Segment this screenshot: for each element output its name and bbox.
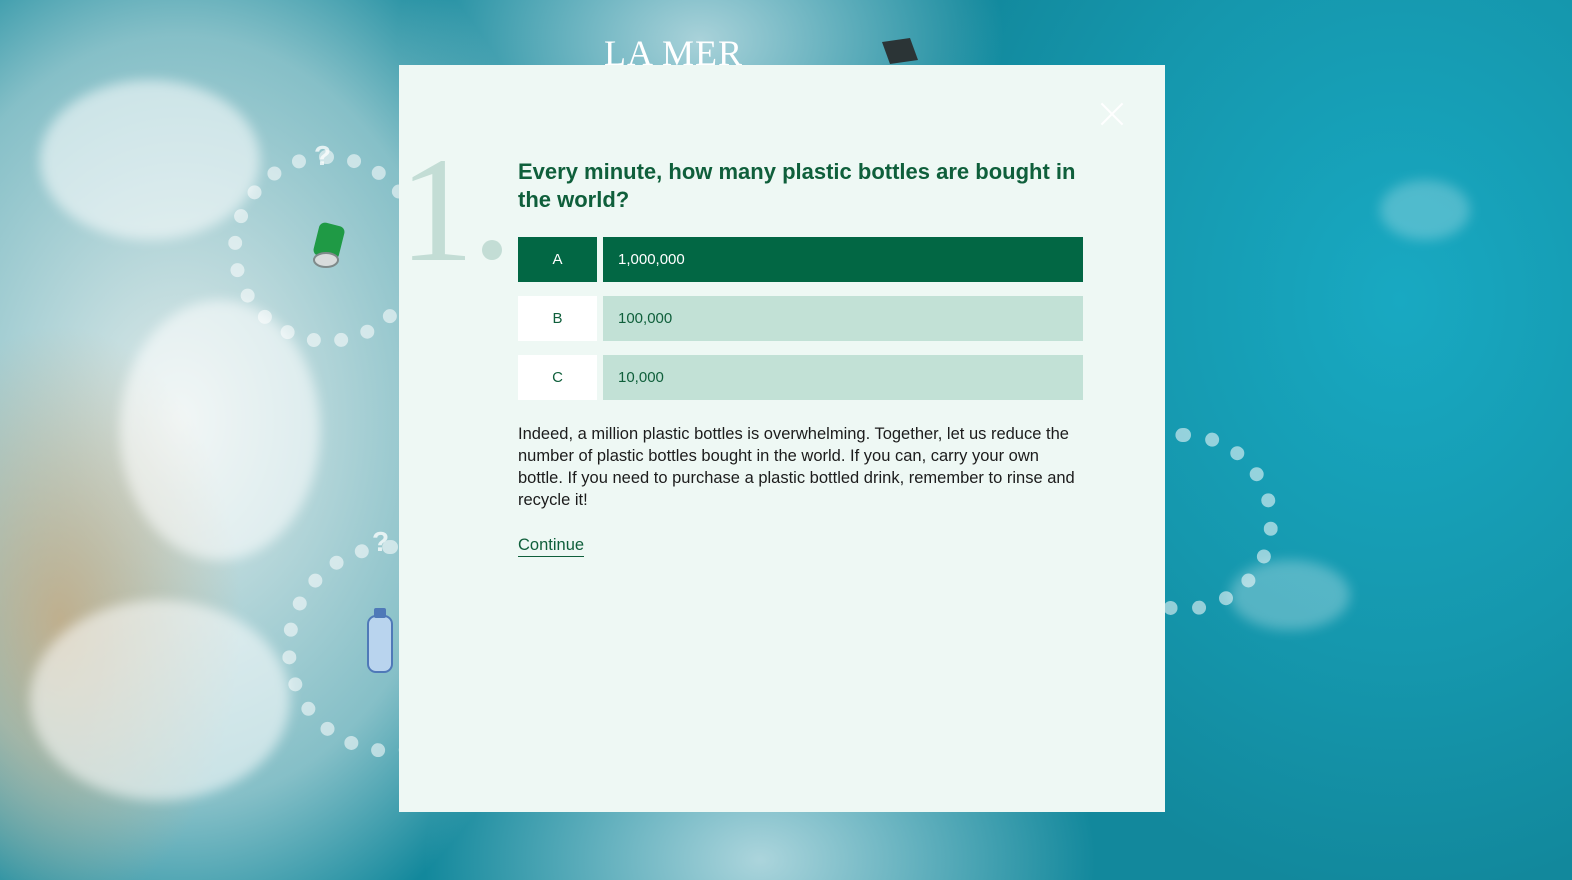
debris-litter-icon — [880, 36, 920, 66]
answer-value: 100,000 — [603, 296, 1083, 341]
bottle-litter-icon — [360, 606, 400, 676]
answer-letter: B — [518, 296, 597, 341]
close-icon[interactable] — [1099, 101, 1125, 127]
wave-foam — [1380, 180, 1470, 240]
question-text: Every minute, how many plastic bottles a… — [518, 159, 1076, 212]
answer-letter: C — [518, 355, 597, 400]
can-litter-icon — [310, 222, 350, 268]
answer-list: A 1,000,000 B 100,000 C 10,000 — [518, 237, 1083, 414]
answer-option-b[interactable]: B 100,000 — [518, 296, 1083, 341]
answer-option-c[interactable]: C 10,000 — [518, 355, 1083, 400]
answer-value: 10,000 — [603, 355, 1083, 400]
question-mark-icon: ? — [372, 526, 390, 557]
question-number: 1 — [399, 135, 502, 285]
quiz-modal: 1 Every minute, how many plastic bottles… — [399, 65, 1165, 812]
question-mark-icon: ? — [314, 140, 332, 171]
wave-foam — [40, 80, 260, 240]
answer-value: 1,000,000 — [603, 237, 1083, 282]
question-number-digit: 1 — [399, 127, 474, 293]
number-dot — [482, 240, 502, 260]
answer-option-a[interactable]: A 1,000,000 — [518, 237, 1083, 282]
wave-foam — [30, 600, 290, 800]
answer-letter: A — [518, 237, 597, 282]
continue-link[interactable]: Continue — [518, 536, 585, 557]
answer-feedback: Indeed, a million plastic bottles is ove… — [518, 425, 1075, 509]
